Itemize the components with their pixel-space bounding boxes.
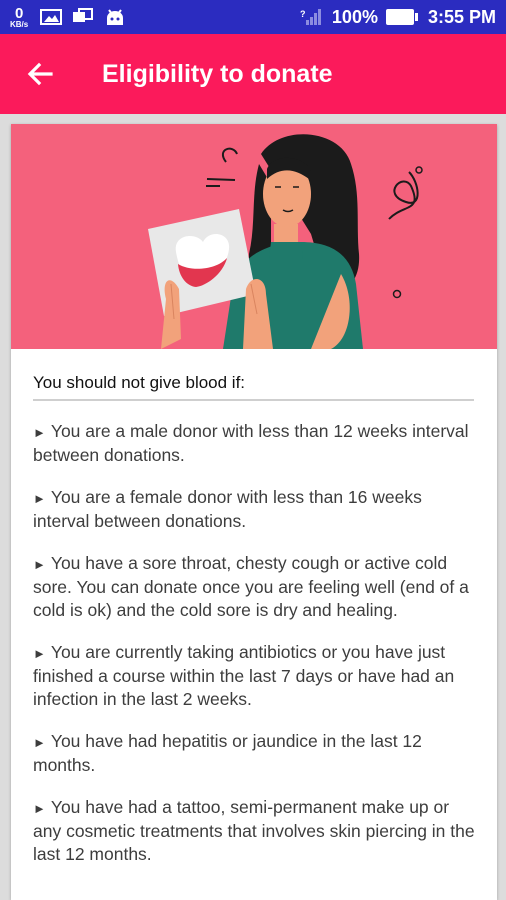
list-item-text: You have had a tattoo, semi-permanent ma…: [33, 797, 475, 864]
banner-illustration: [11, 124, 497, 349]
list-item: ► You are a female donor with less than 1…: [33, 486, 477, 533]
clock: 3:55 PM: [427, 6, 496, 27]
bullet-icon: ►: [33, 425, 46, 440]
screen-mirror-icon: [73, 8, 94, 22]
network-speed: 0 KB/s: [10, 6, 28, 29]
eligibility-content: You should not give blood if: ► You are a…: [11, 349, 497, 866]
list-item: ► You have had hepatitis or jaundice in t…: [33, 730, 477, 777]
bullet-icon: ►: [33, 491, 46, 506]
arrow-left-icon: [27, 62, 53, 86]
signal-icon: ?: [300, 9, 321, 25]
status-bar: 0 KB/s ? 100% 3:55 PM: [0, 0, 506, 34]
image-icon: [40, 9, 63, 25]
list-item: ► You have a sore throat, chesty cough or…: [33, 552, 477, 622]
list-item: ► You have had a tattoo, semi-permanent m…: [33, 796, 477, 866]
list-item-text: You are a male donor with less than 12 w…: [33, 421, 469, 465]
android-icon: [107, 9, 124, 25]
back-button[interactable]: [0, 34, 80, 114]
donor-illustration: [148, 134, 423, 349]
battery-percent: 100%: [331, 6, 378, 27]
bullet-icon: ►: [33, 646, 46, 661]
list-item-text: You have a sore throat, chesty cough or …: [33, 553, 469, 620]
svg-text:?: ?: [300, 9, 306, 19]
list-item: ► You are currently taking antibiotics or…: [33, 641, 477, 711]
network-speed-value: 0: [14, 4, 24, 22]
network-speed-unit: KB/s: [10, 19, 29, 29]
content-card: You should not give blood if: ► You are a…: [11, 124, 497, 900]
battery-icon: [385, 9, 418, 25]
bullet-icon: ►: [33, 557, 46, 572]
page-title: Eligibility to donate: [102, 59, 333, 88]
bullet-icon: ►: [33, 735, 46, 750]
list-item-text: You are currently taking antibiotics or …: [33, 642, 455, 709]
bullet-icon: ►: [33, 801, 46, 816]
app-bar: Eligibility to donate: [0, 34, 506, 114]
list-item-text: You have had hepatitis or jaundice in th…: [33, 731, 422, 775]
list-item-text: You are a female donor with less than 16…: [33, 487, 422, 531]
list-item: ► You are a male donor with less than 12 …: [33, 420, 477, 467]
section-heading: You should not give blood if:: [33, 373, 474, 401]
